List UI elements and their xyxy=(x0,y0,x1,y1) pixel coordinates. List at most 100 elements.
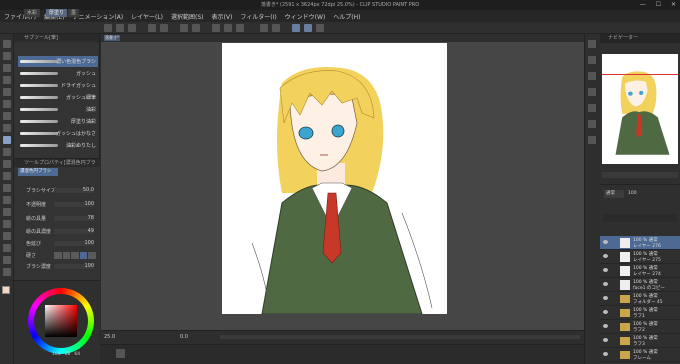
layer-row[interactable]: 100 % 通常 レイヤー 276 xyxy=(600,236,680,250)
hand-tool-icon[interactable] xyxy=(3,52,11,60)
tab-watercolor[interactable]: 水彩 xyxy=(24,9,41,17)
zoom-value[interactable]: 25.0 xyxy=(104,333,134,341)
fill-icon[interactable] xyxy=(192,24,200,32)
layer-row[interactable]: 100 % 通常 レイヤー 275 xyxy=(600,250,680,264)
eye-icon[interactable] xyxy=(603,352,608,356)
menu-layer[interactable]: レイヤー(L) xyxy=(131,12,163,21)
layer-property-icon[interactable] xyxy=(588,56,596,64)
brush-item[interactable]: ガッシュはかなさ xyxy=(18,128,98,139)
layer-row[interactable]: 100 % 通常 フォルダー 45 xyxy=(600,292,680,306)
brush-item[interactable]: ガッシュ細筆 xyxy=(18,92,98,103)
hardness-selector[interactable] xyxy=(54,252,96,259)
brush-tool-icon[interactable] xyxy=(3,136,11,144)
airbrush-tool-icon[interactable] xyxy=(3,148,11,156)
snap-special-ruler-icon[interactable] xyxy=(304,24,312,32)
timeline-icon[interactable] xyxy=(116,349,125,358)
auto-action-icon[interactable] xyxy=(588,104,596,112)
tab-thick-paint[interactable]: 厚塗り xyxy=(46,9,68,17)
prop-paint-density[interactable]: 絵の具濃度 49 xyxy=(16,227,100,236)
layer-opacity[interactable]: 100 xyxy=(628,190,648,198)
menu-view[interactable]: 表示(V) xyxy=(212,12,233,21)
blend-mode-select[interactable]: 通常 xyxy=(604,190,624,198)
brush-item[interactable]: 油彩ぬりたし xyxy=(18,140,98,151)
fill-tool-icon[interactable] xyxy=(3,196,11,204)
menu-selection[interactable]: 選択範囲(S) xyxy=(171,12,204,21)
menu-animation[interactable]: アニメーション(A) xyxy=(73,12,124,21)
gradient-tool-icon[interactable] xyxy=(3,208,11,216)
layer-row[interactable]: 100 % 通常 レイヤー 274 xyxy=(600,264,680,278)
invert-selection-icon[interactable] xyxy=(224,24,232,32)
navigator-view-frame[interactable] xyxy=(602,74,678,75)
auto-select-tool-icon[interactable] xyxy=(3,100,11,108)
zoom-tool-icon[interactable] xyxy=(3,40,11,48)
layer-row[interactable]: 100 % 通常 ラフ1 xyxy=(600,306,680,320)
pen-tool-icon[interactable] xyxy=(3,124,11,132)
brush-item[interactable]: 厚塗り油彩 xyxy=(18,116,98,127)
tab-ink[interactable]: 墨 xyxy=(68,9,80,17)
clear-icon[interactable] xyxy=(180,24,188,32)
prop-color-stretch[interactable]: 色延び 100 xyxy=(16,239,100,248)
move-tool-icon[interactable] xyxy=(3,64,11,72)
navigator-icon[interactable] xyxy=(588,40,596,48)
text-tool-icon[interactable] xyxy=(3,256,11,264)
hue-ring[interactable] xyxy=(28,288,94,354)
main-color-swatch[interactable] xyxy=(2,286,10,294)
material-icon[interactable] xyxy=(588,88,596,96)
brush-item[interactable]: ガッシュ xyxy=(18,68,98,79)
menu-window[interactable]: ウィンドウ(W) xyxy=(285,12,326,21)
transform-icon[interactable] xyxy=(236,24,244,32)
frame-tool-icon[interactable] xyxy=(3,232,11,240)
canvas-tab[interactable]: 落書き* xyxy=(104,35,120,41)
prop-paint-amount[interactable]: 絵の具量 78 xyxy=(16,214,100,223)
eyedropper-tool-icon[interactable] xyxy=(3,112,11,120)
prop-brush-size[interactable]: ブラシサイズ 50.0 xyxy=(16,186,100,195)
horizontal-scrollbar[interactable] xyxy=(220,335,580,339)
prop-brush-density[interactable]: ブラシ濃度 100 xyxy=(16,262,100,271)
maximize-button[interactable]: ☐ xyxy=(656,0,661,10)
ruler-icon[interactable] xyxy=(272,24,280,32)
eye-icon[interactable] xyxy=(603,324,608,328)
blend-tool-icon[interactable] xyxy=(3,184,11,192)
save-icon[interactable] xyxy=(128,24,136,32)
prop-opacity[interactable]: 不透明度 100 xyxy=(16,200,100,209)
eye-icon[interactable] xyxy=(603,268,608,272)
layer-row[interactable]: 100 % 通常 フレーム xyxy=(600,348,680,362)
sub-view-icon[interactable] xyxy=(588,136,596,144)
select-tool-icon[interactable] xyxy=(3,76,11,84)
undo-icon[interactable] xyxy=(148,24,156,32)
item-bank-icon[interactable] xyxy=(588,120,596,128)
snap-ruler-icon[interactable] xyxy=(292,24,300,32)
new-file-icon[interactable] xyxy=(104,24,112,32)
menu-help[interactable]: ヘルプ(H) xyxy=(333,12,360,21)
eye-icon[interactable] xyxy=(603,240,608,244)
brush-item[interactable]: 油彩 xyxy=(18,104,98,115)
menu-filter[interactable]: フィルター(I) xyxy=(240,12,276,21)
eye-icon[interactable] xyxy=(603,338,608,342)
eye-icon[interactable] xyxy=(603,282,608,286)
eye-icon[interactable] xyxy=(603,296,608,300)
snap-grid-icon[interactable] xyxy=(316,24,324,32)
brush-item[interactable]: 濃い色混色ブラシ xyxy=(18,56,98,67)
redo-icon[interactable] xyxy=(160,24,168,32)
figure-tool-icon[interactable] xyxy=(3,220,11,228)
deselect-icon[interactable] xyxy=(212,24,220,32)
minimize-button[interactable]: — xyxy=(640,0,646,10)
brush-item[interactable]: ドライガッシュ xyxy=(18,80,98,91)
close-button[interactable]: ✕ xyxy=(671,0,676,10)
drawing-paper[interactable] xyxy=(222,43,447,314)
history-icon[interactable] xyxy=(588,72,596,80)
eye-icon[interactable] xyxy=(603,310,608,314)
decoration-tool-icon[interactable] xyxy=(3,160,11,168)
ruler-tool-icon[interactable] xyxy=(3,244,11,252)
balloon-tool-icon[interactable] xyxy=(3,268,11,276)
saturation-value-square[interactable] xyxy=(45,305,77,337)
navigator-zoom-slider[interactable] xyxy=(602,172,678,178)
rotation-value[interactable]: 0.0 xyxy=(180,333,210,341)
layer-row[interactable]: 100 % 通常 ラフ2 xyxy=(600,320,680,334)
open-file-icon[interactable] xyxy=(116,24,124,32)
layer-row[interactable]: 100 % 通常 face1 のコピー xyxy=(600,278,680,292)
grid-icon[interactable] xyxy=(260,24,268,32)
prop-hardness[interactable]: 硬さ xyxy=(16,251,100,260)
layer-row[interactable]: 100 % 通常 ラフ3 xyxy=(600,334,680,348)
navigator-thumbnail[interactable] xyxy=(602,54,678,164)
